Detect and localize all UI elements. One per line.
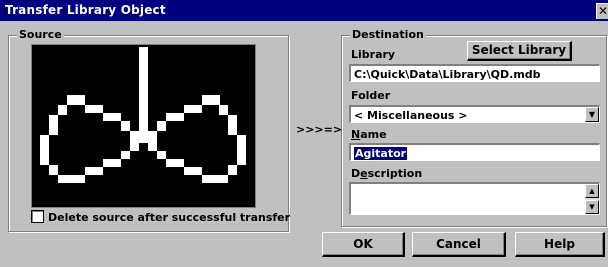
ok-button[interactable]: OK [322, 232, 405, 257]
name-value: Agitator [354, 147, 408, 160]
source-legend: Source [17, 28, 64, 41]
chevron-down-icon[interactable]: ▼ [585, 107, 599, 122]
description-field[interactable]: ▲ ▼ [349, 182, 600, 215]
transfer-arrow: >>>=> [296, 123, 343, 136]
folder-selected-value: < Miscellaneous > [354, 109, 468, 122]
cancel-button[interactable]: Cancel [412, 232, 506, 257]
delete-source-checkbox[interactable] [31, 210, 44, 223]
select-library-button[interactable]: Select Library [467, 41, 572, 61]
library-label: Library [351, 48, 396, 61]
destination-group: Destination Library Select Library C:\Qu… [341, 28, 607, 227]
help-button[interactable]: Help [515, 232, 605, 257]
delete-source-option[interactable]: Delete source after successful transfer [31, 210, 290, 224]
title-bar: Transfer Library Object ✕ [0, 0, 608, 21]
close-icon[interactable]: ✕ [596, 3, 608, 19]
scroll-up-icon[interactable]: ▲ [585, 184, 599, 198]
scroll-down-icon[interactable]: ▼ [585, 200, 599, 214]
library-path-field[interactable]: C:\Quick\Data\Library\QD.mdb [349, 64, 600, 82]
source-preview [31, 44, 256, 208]
agitator-graphic [40, 47, 246, 183]
folder-label: Folder [351, 89, 391, 102]
folder-dropdown[interactable]: < Miscellaneous > ▼ [349, 105, 600, 123]
name-field[interactable]: Agitator [349, 143, 600, 161]
description-scrollbar[interactable]: ▲ ▼ [585, 184, 599, 214]
description-label: Description [351, 167, 423, 180]
delete-source-label: Delete source after successful transfer [48, 211, 291, 224]
source-group: Source Delete source after successful tr… [8, 28, 290, 232]
window-title: Transfer Library Object [5, 3, 166, 17]
destination-legend: Destination [350, 28, 426, 41]
name-label: Name [351, 128, 387, 141]
